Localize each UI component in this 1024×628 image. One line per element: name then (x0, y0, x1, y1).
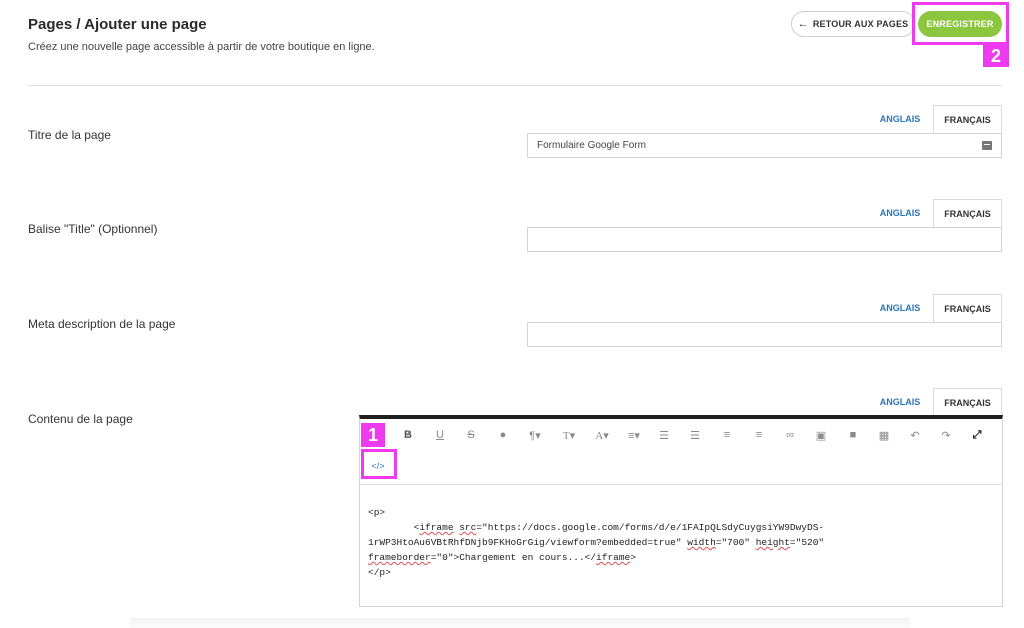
page-title: Pages / Ajouter une page (28, 16, 207, 33)
step-badge-2: 2 (983, 45, 1009, 67)
tab-french[interactable]: FRANÇAIS (933, 294, 1002, 322)
code-view-highlight-box (361, 449, 397, 479)
title-tag-input[interactable] (527, 227, 1002, 252)
save-button[interactable]: ENREGISTRER (918, 11, 1002, 37)
step-badge-1: 1 (361, 423, 385, 447)
strikethrough-icon[interactable]: S (461, 425, 481, 445)
html-code-area[interactable]: <p> <iframe src="https://docs.google.com… (368, 505, 994, 580)
title-tag-lang-tabs: ANGLAIS FRANÇAIS (867, 199, 1002, 227)
tab-french[interactable]: FRANÇAIS (933, 199, 1002, 227)
arrow-left-icon: ← (797, 17, 809, 30)
paragraph-icon[interactable]: ¶▾ (522, 425, 548, 445)
unordered-list-icon[interactable]: ☰ (685, 425, 705, 445)
footer-shadow (130, 618, 910, 628)
ordered-list-icon[interactable]: ☰ (654, 425, 674, 445)
keyboard-icon[interactable] (982, 141, 992, 150)
tab-french[interactable]: FRANÇAIS (933, 388, 1002, 416)
indent-icon[interactable]: ≡ (749, 425, 769, 445)
page-title-input[interactable]: Formulaire Google Form (527, 133, 1002, 158)
title-tag-label: Balise "Title" (Optionnel) (28, 222, 158, 236)
page-title-lang-tabs: ANGLAIS FRANÇAIS (867, 105, 1002, 133)
code-line-4: frameborder="0">Chargement en cours...</… (368, 552, 636, 563)
font-family-icon[interactable]: A▾ (589, 425, 615, 445)
video-icon[interactable]: ■ (843, 425, 863, 445)
tab-english[interactable]: ANGLAIS (867, 199, 933, 227)
rich-text-editor: B I U S ● ¶▾ T▾ A▾ ≡▾ ☰ ☰ ≡ ≡ ∞ ▣ ■ ▦ ↶ … (359, 415, 1003, 607)
editor-toolbar: B I U S ● ¶▾ T▾ A▾ ≡▾ ☰ ☰ ≡ ≡ ∞ ▣ ■ ▦ ↶ … (360, 419, 1002, 485)
content-label: Contenu de la page (28, 412, 133, 426)
link-icon[interactable]: ∞ (780, 425, 800, 445)
italic-icon[interactable]: I (398, 425, 418, 445)
meta-description-input[interactable] (527, 322, 1002, 347)
header-divider (28, 85, 1002, 86)
outdent-icon[interactable]: ≡ (717, 425, 737, 445)
meta-description-lang-tabs: ANGLAIS FRANÇAIS (867, 294, 1002, 322)
meta-description-label: Meta description de la page (28, 317, 176, 331)
underline-icon[interactable]: U (430, 425, 450, 445)
page-title-label: Titre de la page (28, 128, 111, 142)
undo-icon[interactable]: ↶ (905, 425, 925, 445)
code-line-2: <iframe src="https://docs.google.com/for… (368, 522, 825, 533)
color-drop-icon[interactable]: ● (493, 425, 513, 445)
tab-english[interactable]: ANGLAIS (867, 294, 933, 322)
tab-english[interactable]: ANGLAIS (867, 105, 933, 133)
tab-french[interactable]: FRANÇAIS (933, 105, 1002, 133)
tab-english[interactable]: ANGLAIS (867, 388, 933, 416)
content-lang-tabs: ANGLAIS FRANÇAIS (867, 388, 1002, 416)
code-line-5: </p> (368, 567, 391, 578)
fullscreen-icon[interactable]: ⤢ (967, 425, 987, 445)
back-to-pages-button[interactable]: ← RETOUR AUX PAGES (791, 11, 915, 37)
code-line-3: 1rWP3HtoAu6VBtRhfDNjb9FKHoGrGig/viewform… (368, 537, 825, 548)
image-icon[interactable]: ▣ (811, 425, 831, 445)
code-line-1: <p> (368, 507, 386, 518)
back-button-label: RETOUR AUX PAGES (812, 19, 909, 29)
table-icon[interactable]: ▦ (874, 425, 894, 445)
page-subtitle: Créez une nouvelle page accessible à par… (28, 41, 375, 53)
page-title-value: Formulaire Google Form (537, 140, 646, 151)
align-icon[interactable]: ≡▾ (621, 425, 647, 445)
redo-icon[interactable]: ↷ (936, 425, 956, 445)
font-size-icon[interactable]: T▾ (556, 425, 582, 445)
